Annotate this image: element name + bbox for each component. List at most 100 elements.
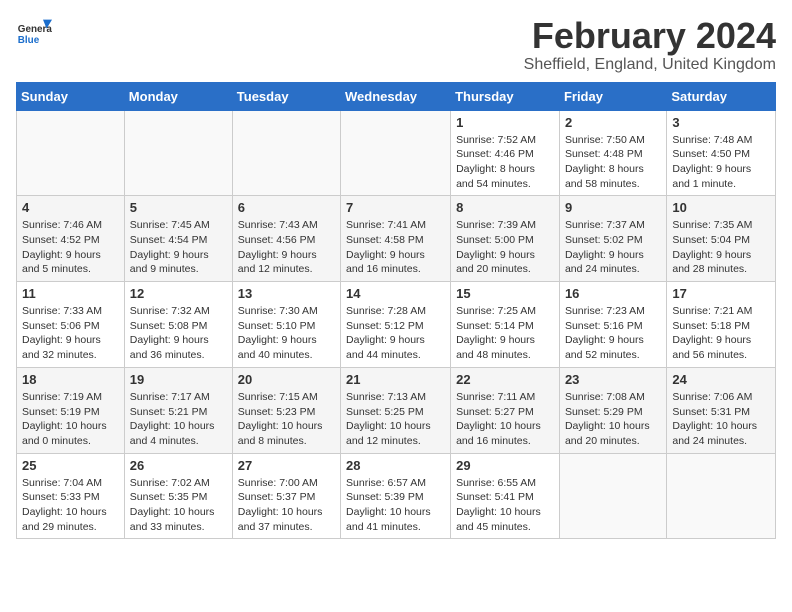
calendar-cell: 19 Sunrise: 7:17 AM Sunset: 5:21 PM Dayli…	[124, 367, 232, 453]
day-number: 26	[130, 458, 227, 473]
day-number: 21	[346, 372, 445, 387]
calendar-cell: 7 Sunrise: 7:41 AM Sunset: 4:58 PM Daylig…	[341, 196, 451, 282]
calendar-cell: 10Sunrise: 7:35 AM Sunset: 5:04 PM Dayli…	[667, 196, 776, 282]
day-number: 17	[672, 286, 770, 301]
day-header-sunday: Sunday	[17, 82, 125, 110]
day-header-tuesday: Tuesday	[232, 82, 340, 110]
day-info: Sunrise: 7:11 AM Sunset: 5:27 PM Dayligh…	[456, 390, 554, 449]
day-number: 8	[456, 200, 554, 215]
day-header-thursday: Thursday	[451, 82, 560, 110]
day-info: Sunrise: 7:15 AM Sunset: 5:23 PM Dayligh…	[238, 390, 335, 449]
day-number: 28	[346, 458, 445, 473]
day-number: 2	[565, 115, 661, 130]
calendar-header-row: SundayMondayTuesdayWednesdayThursdayFrid…	[17, 82, 776, 110]
day-info: Sunrise: 7:30 AM Sunset: 5:10 PM Dayligh…	[238, 304, 335, 363]
location-title: Sheffield, England, United Kingdom	[524, 56, 776, 74]
day-number: 19	[130, 372, 227, 387]
calendar-cell: 1Sunrise: 7:52 AM Sunset: 4:46 PM Daylig…	[451, 110, 560, 196]
day-info: Sunrise: 7:25 AM Sunset: 5:14 PM Dayligh…	[456, 304, 554, 363]
day-info: Sunrise: 7:52 AM Sunset: 4:46 PM Dayligh…	[456, 133, 554, 192]
calendar-cell: 15 Sunrise: 7:25 AM Sunset: 5:14 PM Dayli…	[451, 282, 560, 368]
day-number: 27	[238, 458, 335, 473]
calendar-week-row: 4 Sunrise: 7:46 AM Sunset: 4:52 PM Daylig…	[17, 196, 776, 282]
calendar-cell: 28 Sunrise: 6:57 AM Sunset: 5:39 PM Dayli…	[341, 453, 451, 539]
day-info: Sunrise: 7:35 AM Sunset: 5:04 PM Dayligh…	[672, 218, 770, 277]
calendar-week-row: 18 Sunrise: 7:19 AM Sunset: 5:19 PM Dayli…	[17, 367, 776, 453]
calendar-cell	[232, 110, 340, 196]
day-info: Sunrise: 6:55 AM Sunset: 5:41 PM Dayligh…	[456, 476, 554, 535]
day-number: 29	[456, 458, 554, 473]
calendar-cell: 6 Sunrise: 7:43 AM Sunset: 4:56 PM Daylig…	[232, 196, 340, 282]
day-number: 3	[672, 115, 770, 130]
day-info: Sunrise: 7:48 AM Sunset: 4:50 PM Dayligh…	[672, 133, 770, 192]
day-info: Sunrise: 7:02 AM Sunset: 5:35 PM Dayligh…	[130, 476, 227, 535]
day-number: 14	[346, 286, 445, 301]
day-number: 6	[238, 200, 335, 215]
calendar-cell: 20 Sunrise: 7:15 AM Sunset: 5:23 PM Dayli…	[232, 367, 340, 453]
title-area: February 2024 Sheffield, England, United…	[524, 16, 776, 74]
day-number: 7	[346, 200, 445, 215]
calendar-cell: 23Sunrise: 7:08 AM Sunset: 5:29 PM Dayli…	[559, 367, 666, 453]
calendar-cell: 11Sunrise: 7:33 AM Sunset: 5:06 PM Dayli…	[17, 282, 125, 368]
day-number: 13	[238, 286, 335, 301]
day-number: 5	[130, 200, 227, 215]
calendar-cell: 29 Sunrise: 6:55 AM Sunset: 5:41 PM Dayli…	[451, 453, 560, 539]
day-info: Sunrise: 7:04 AM Sunset: 5:33 PM Dayligh…	[22, 476, 119, 535]
day-info: Sunrise: 7:32 AM Sunset: 5:08 PM Dayligh…	[130, 304, 227, 363]
day-number: 23	[565, 372, 661, 387]
day-info: Sunrise: 7:45 AM Sunset: 4:54 PM Dayligh…	[130, 218, 227, 277]
calendar-cell: 12 Sunrise: 7:32 AM Sunset: 5:08 PM Dayli…	[124, 282, 232, 368]
calendar-cell: 27Sunrise: 7:00 AM Sunset: 5:37 PM Dayli…	[232, 453, 340, 539]
month-title: February 2024	[524, 16, 776, 56]
day-number: 16	[565, 286, 661, 301]
calendar-cell: 8 Sunrise: 7:39 AM Sunset: 5:00 PM Daylig…	[451, 196, 560, 282]
day-header-monday: Monday	[124, 82, 232, 110]
day-number: 12	[130, 286, 227, 301]
calendar-cell: 17Sunrise: 7:21 AM Sunset: 5:18 PM Dayli…	[667, 282, 776, 368]
day-info: Sunrise: 7:13 AM Sunset: 5:25 PM Dayligh…	[346, 390, 445, 449]
day-number: 24	[672, 372, 770, 387]
day-info: Sunrise: 7:39 AM Sunset: 5:00 PM Dayligh…	[456, 218, 554, 277]
calendar-cell	[667, 453, 776, 539]
day-info: Sunrise: 7:37 AM Sunset: 5:02 PM Dayligh…	[565, 218, 661, 277]
calendar-cell: 9Sunrise: 7:37 AM Sunset: 5:02 PM Daylig…	[559, 196, 666, 282]
day-info: Sunrise: 7:17 AM Sunset: 5:21 PM Dayligh…	[130, 390, 227, 449]
day-info: Sunrise: 7:19 AM Sunset: 5:19 PM Dayligh…	[22, 390, 119, 449]
calendar-week-row: 25Sunrise: 7:04 AM Sunset: 5:33 PM Dayli…	[17, 453, 776, 539]
calendar-cell	[559, 453, 666, 539]
calendar-cell: 5 Sunrise: 7:45 AM Sunset: 4:54 PM Daylig…	[124, 196, 232, 282]
day-info: Sunrise: 7:50 AM Sunset: 4:48 PM Dayligh…	[565, 133, 661, 192]
calendar-cell	[341, 110, 451, 196]
day-info: Sunrise: 7:43 AM Sunset: 4:56 PM Dayligh…	[238, 218, 335, 277]
calendar-cell: 13 Sunrise: 7:30 AM Sunset: 5:10 PM Dayli…	[232, 282, 340, 368]
day-info: Sunrise: 7:46 AM Sunset: 4:52 PM Dayligh…	[22, 218, 119, 277]
day-number: 15	[456, 286, 554, 301]
day-number: 20	[238, 372, 335, 387]
day-number: 4	[22, 200, 119, 215]
day-info: Sunrise: 7:06 AM Sunset: 5:31 PM Dayligh…	[672, 390, 770, 449]
day-number: 22	[456, 372, 554, 387]
svg-text:Blue: Blue	[18, 35, 40, 46]
calendar-week-row: 11Sunrise: 7:33 AM Sunset: 5:06 PM Dayli…	[17, 282, 776, 368]
calendar-cell	[17, 110, 125, 196]
day-info: Sunrise: 7:28 AM Sunset: 5:12 PM Dayligh…	[346, 304, 445, 363]
day-info: Sunrise: 7:41 AM Sunset: 4:58 PM Dayligh…	[346, 218, 445, 277]
calendar-cell: 3 Sunrise: 7:48 AM Sunset: 4:50 PM Daylig…	[667, 110, 776, 196]
calendar-cell: 2 Sunrise: 7:50 AM Sunset: 4:48 PM Daylig…	[559, 110, 666, 196]
calendar-cell: 22 Sunrise: 7:11 AM Sunset: 5:27 PM Dayli…	[451, 367, 560, 453]
day-info: Sunrise: 7:23 AM Sunset: 5:16 PM Dayligh…	[565, 304, 661, 363]
logo-area: General Blue	[16, 16, 52, 52]
calendar-cell: 16 Sunrise: 7:23 AM Sunset: 5:16 PM Dayli…	[559, 282, 666, 368]
calendar-cell: 25Sunrise: 7:04 AM Sunset: 5:33 PM Dayli…	[17, 453, 125, 539]
day-header-wednesday: Wednesday	[341, 82, 451, 110]
calendar-table: SundayMondayTuesdayWednesdayThursdayFrid…	[16, 82, 776, 540]
calendar-cell: 14 Sunrise: 7:28 AM Sunset: 5:12 PM Dayli…	[341, 282, 451, 368]
day-number: 11	[22, 286, 119, 301]
day-info: Sunrise: 6:57 AM Sunset: 5:39 PM Dayligh…	[346, 476, 445, 535]
day-number: 18	[22, 372, 119, 387]
calendar-cell: 21 Sunrise: 7:13 AM Sunset: 5:25 PM Dayli…	[341, 367, 451, 453]
calendar-cell	[124, 110, 232, 196]
calendar-cell: 24 Sunrise: 7:06 AM Sunset: 5:31 PM Dayli…	[667, 367, 776, 453]
calendar-cell: 4 Sunrise: 7:46 AM Sunset: 4:52 PM Daylig…	[17, 196, 125, 282]
calendar-cell: 26 Sunrise: 7:02 AM Sunset: 5:35 PM Dayli…	[124, 453, 232, 539]
